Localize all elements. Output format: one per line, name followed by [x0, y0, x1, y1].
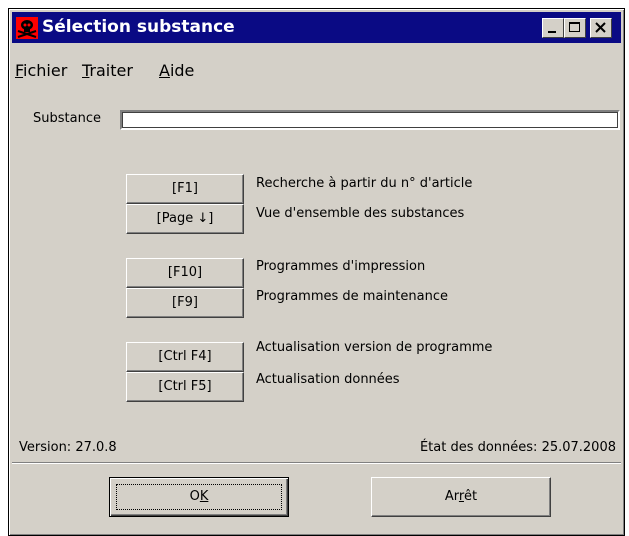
- menu-bar: Fichier Traiter Aide: [12, 46, 621, 80]
- ctrl-f5-description: Actualisation données: [256, 372, 400, 387]
- title-bar[interactable]: Sélection substance: [12, 12, 621, 43]
- maximize-button[interactable]: [564, 18, 586, 38]
- minimize-button[interactable]: [542, 18, 564, 38]
- window-title: Sélection substance: [42, 17, 235, 37]
- page-down-button[interactable]: [Page ↓]: [126, 204, 244, 234]
- menu-fichier[interactable]: Fichier: [15, 61, 67, 80]
- close-button[interactable]: [590, 18, 612, 38]
- footer-divider: [12, 462, 621, 464]
- substance-label: Substance: [33, 111, 101, 126]
- f10-button[interactable]: [F10]: [126, 258, 244, 288]
- f10-description: Programmes d'impression: [256, 259, 426, 274]
- f1-description: Recherche à partir du n° d'article: [256, 176, 473, 191]
- ok-button[interactable]: OK: [109, 477, 289, 517]
- ctrl-f5-button[interactable]: [Ctrl F5]: [126, 372, 244, 402]
- focus-rectangle: [116, 484, 282, 510]
- stop-button[interactable]: Arrêt: [371, 477, 551, 517]
- f1-button[interactable]: [F1]: [126, 174, 244, 204]
- data-state-label: État des données: 25.07.2008: [419, 440, 616, 455]
- f9-button[interactable]: [F9]: [126, 288, 244, 318]
- substance-input[interactable]: [120, 110, 620, 130]
- version-label: Version: 27.0.8: [19, 440, 117, 455]
- ctrl-f4-button[interactable]: [Ctrl F4]: [126, 342, 244, 372]
- menu-traiter[interactable]: Traiter: [82, 61, 133, 80]
- close-icon: [595, 22, 606, 33]
- f9-description: Programmes de maintenance: [256, 289, 448, 304]
- dialog-window: Sélection substance Fichier Traiter Aide…: [8, 8, 625, 536]
- page-down-description: Vue d'ensemble des substances: [256, 206, 465, 221]
- skull-hazard-icon: [16, 17, 38, 39]
- maximize-icon: [569, 22, 580, 32]
- menu-aide[interactable]: Aide: [159, 61, 194, 80]
- minimize-icon: [548, 31, 556, 33]
- ctrl-f4-description: Actualisation version de programme: [256, 340, 493, 355]
